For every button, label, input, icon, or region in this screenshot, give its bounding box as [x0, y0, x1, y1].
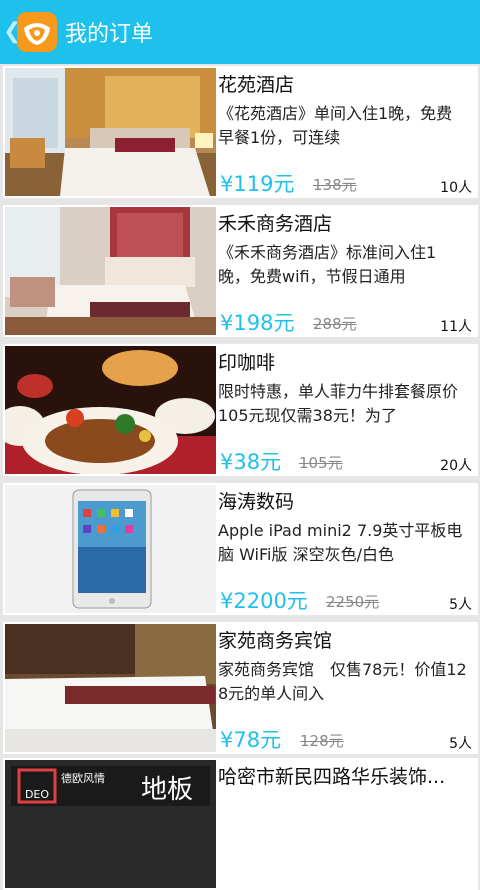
buyer-count: 11人: [440, 319, 472, 335]
original-price: 128元: [300, 732, 344, 750]
order-card-4[interactable]: 海涛数码 Apple iPad mini2 7.9英寸平板电脑 WiFi版 深空…: [3, 483, 478, 615]
hotel-room-image: [5, 68, 216, 196]
buyer-count: 20人: [440, 458, 472, 474]
ipad-image: [5, 485, 216, 613]
buyer-count: 5人: [449, 736, 472, 752]
original-price: 2250元: [326, 593, 380, 611]
order-price: ¥38元: [220, 450, 282, 474]
original-price: 138元: [313, 176, 357, 194]
chevron-left-icon[interactable]: ❮: [3, 21, 21, 43]
order-title: 家苑商务宾馆: [218, 630, 333, 652]
order-card-6[interactable]: DEO 德欧风情 地板 哈密市新民四路华乐装饰...: [3, 758, 478, 890]
order-price: ¥198元: [220, 311, 295, 335]
order-title: 印咖啡: [218, 352, 276, 374]
app-logo-icon[interactable]: [17, 12, 57, 52]
flooring-store-sign-image: DEO 德欧风情 地板: [5, 760, 216, 888]
page-title: 我的订单: [65, 22, 154, 47]
steak-meal-image: [5, 346, 216, 474]
buyer-count: 5人: [449, 597, 472, 613]
sign-small-text: 德欧风情: [61, 771, 105, 785]
order-description: [218, 794, 468, 842]
order-card-1[interactable]: 花苑酒店 《花苑酒店》单间入住1晚，免费早餐1份，可连续 ¥119元 138元 …: [3, 66, 478, 198]
order-title: 禾禾商务酒店: [218, 213, 333, 235]
order-price: ¥119元: [220, 172, 295, 196]
order-title: 哈密市新民四路华乐装饰...: [218, 766, 446, 788]
order-card-5[interactable]: 家苑商务宾馆 家苑商务宾馆 仅售78元！价值128元的单人间入 ¥78元 128…: [3, 622, 478, 754]
order-price: ¥2200元: [220, 589, 308, 613]
original-price: 105元: [299, 454, 343, 472]
buyer-count: 10人: [440, 180, 472, 196]
guesthouse-room-image: [5, 624, 216, 752]
order-description: 《禾禾商务酒店》标准间入住1晚，免费wifi，节假日通用: [218, 243, 437, 286]
hotel-room-image: [5, 207, 216, 335]
order-card-3[interactable]: 印咖啡 限时特惠，单人菲力牛排套餐原价105元现仅需38元！为了 ¥38元 10…: [3, 344, 478, 476]
sign-big-text: 地板: [141, 775, 193, 805]
sign-logo-text: DEO: [25, 788, 49, 801]
order-title: 花苑酒店: [218, 74, 295, 96]
order-description: 家苑商务宾馆 仅售78元！价值128元的单人间入: [218, 660, 467, 703]
title-bar: ❮ 我的订单: [0, 0, 480, 64]
order-description: 限时特惠，单人菲力牛排套餐原价105元现仅需38元！为了: [218, 382, 459, 425]
order-price: ¥78元: [220, 728, 282, 752]
order-card-2[interactable]: 禾禾商务酒店 《禾禾商务酒店》标准间入住1晚，免费wifi，节假日通用 ¥198…: [3, 205, 478, 337]
order-description: 《花苑酒店》单间入住1晚，免费早餐1份，可连续: [218, 104, 453, 147]
order-description: Apple iPad mini2 7.9英寸平板电脑 WiFi版 深空灰色/白色: [218, 521, 463, 564]
original-price: 288元: [313, 315, 357, 333]
order-title: 海涛数码: [218, 491, 295, 513]
